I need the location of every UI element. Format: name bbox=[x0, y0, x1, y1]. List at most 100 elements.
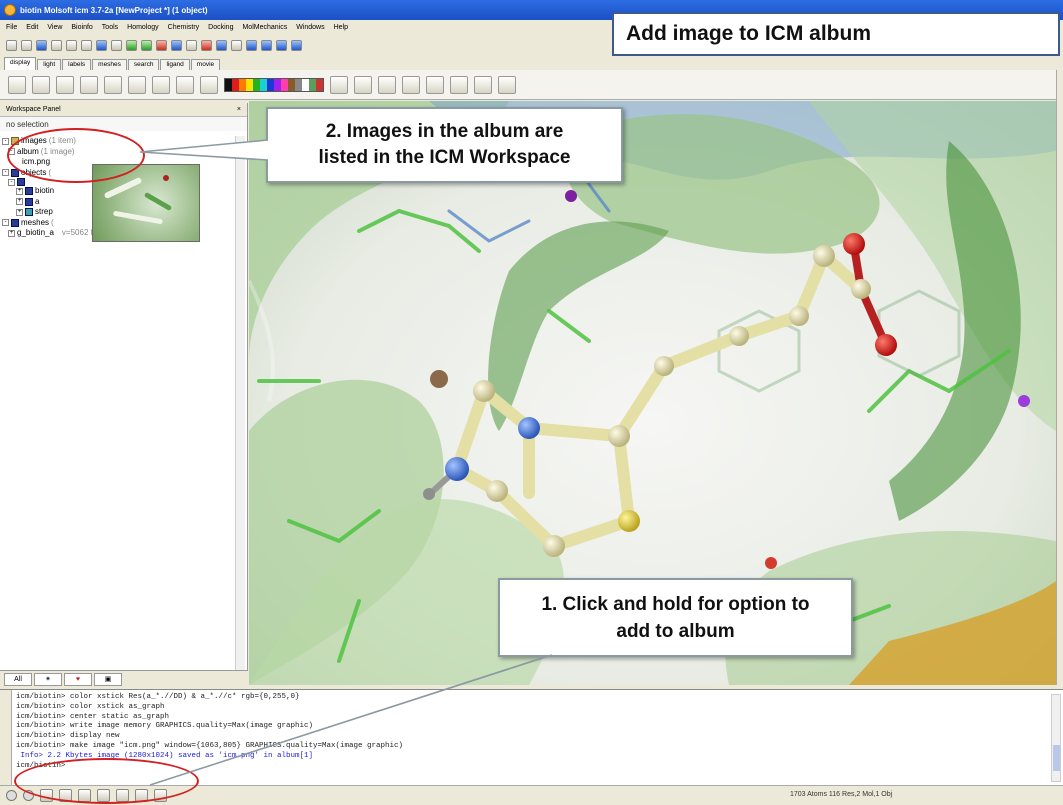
close-icon[interactable]: × bbox=[237, 106, 241, 113]
menu-view[interactable]: View bbox=[47, 24, 62, 31]
measure-icon[interactable] bbox=[231, 39, 242, 51]
tree-label: g_biotin_a bbox=[17, 228, 54, 237]
workspace-title: Workspace Panel bbox=[6, 106, 61, 113]
redo-icon[interactable] bbox=[81, 39, 92, 51]
terminal-line: icm/biotin> color xstick Res(a_*.//DD) &… bbox=[16, 693, 300, 701]
sequence-icon[interactable] bbox=[96, 39, 107, 51]
collapse-icon[interactable]: - bbox=[2, 169, 9, 177]
stop-icon[interactable] bbox=[6, 790, 17, 801]
tree-label: a bbox=[35, 196, 40, 206]
view-3d-icon[interactable] bbox=[354, 75, 372, 94]
tab-strip: display light labels meshes search ligan… bbox=[0, 56, 1063, 70]
collapse-icon[interactable]: - bbox=[2, 219, 9, 227]
tab-images[interactable]: ▣ bbox=[94, 672, 122, 686]
wire-icon[interactable] bbox=[8, 75, 26, 94]
terminal-scrollbar[interactable] bbox=[1051, 694, 1061, 782]
expand-icon[interactable]: + bbox=[8, 229, 15, 237]
collapse-icon[interactable]: - bbox=[2, 137, 9, 145]
slab-icon[interactable] bbox=[426, 75, 444, 94]
table-icon[interactable] bbox=[111, 39, 122, 51]
workspace-header: Workspace Panel × bbox=[0, 103, 247, 117]
print-icon[interactable] bbox=[51, 39, 62, 51]
undo-icon[interactable] bbox=[66, 39, 77, 51]
meshes-icon bbox=[11, 218, 19, 227]
menu-chemistry[interactable]: Chemistry bbox=[168, 24, 200, 31]
status-text: 1703 Atoms 116 Res,2 Mol,1 Obj bbox=[790, 791, 893, 798]
tab-all[interactable]: All bbox=[4, 672, 32, 686]
surface-icon[interactable] bbox=[128, 75, 146, 94]
molecule-icon bbox=[25, 197, 33, 206]
color-palette[interactable] bbox=[224, 77, 324, 92]
menu-homology[interactable]: Homology bbox=[127, 24, 159, 31]
callout-album-button: 1. Click and hold for option to add to a… bbox=[498, 578, 853, 657]
menu-windows[interactable]: Windows bbox=[296, 24, 324, 31]
tab-molecules[interactable]: ✴ bbox=[34, 672, 62, 686]
terminal-sidebar bbox=[0, 690, 12, 786]
menu-file[interactable]: File bbox=[6, 24, 17, 31]
select-icon[interactable] bbox=[216, 39, 227, 51]
zoom-fit-icon[interactable] bbox=[378, 75, 396, 94]
mesh-icon[interactable] bbox=[176, 75, 194, 94]
grid-icon[interactable] bbox=[186, 39, 197, 51]
open-file-icon[interactable] bbox=[21, 39, 32, 51]
bond-icon[interactable] bbox=[201, 39, 212, 51]
collapse-icon[interactable]: - bbox=[8, 178, 15, 186]
molecule-icon[interactable] bbox=[126, 39, 137, 51]
molecule-icon bbox=[25, 187, 33, 196]
callout-workspace-line1: 2. Images in the album are bbox=[325, 121, 564, 142]
window-title: biotin Molsoft icm 3.7-2a [NewProject *]… bbox=[20, 5, 208, 15]
tree-label: strep bbox=[35, 207, 53, 216]
ball-icon[interactable] bbox=[56, 75, 74, 94]
new-file-icon[interactable] bbox=[6, 39, 17, 51]
workspace-tabs: All ✴ ♥ ▣ bbox=[0, 670, 248, 687]
tab-movie[interactable]: movie bbox=[190, 59, 221, 70]
tab-labels[interactable]: labels bbox=[62, 59, 92, 70]
tab-ligand[interactable]: ligand bbox=[160, 59, 190, 70]
ribbon-icon[interactable] bbox=[104, 75, 122, 94]
terminal-line: icm/biotin> center static as_graph bbox=[16, 712, 170, 721]
color-wheel-icon[interactable] bbox=[330, 75, 348, 94]
undo-view-icon[interactable] bbox=[498, 75, 516, 94]
highlight-ellipse-tree bbox=[7, 128, 145, 183]
anchor-icon[interactable] bbox=[261, 39, 272, 51]
pin-icon[interactable] bbox=[276, 39, 287, 51]
rotate-icon[interactable] bbox=[450, 75, 468, 94]
tab-favorites[interactable]: ♥ bbox=[64, 672, 92, 686]
terminal-line: icm/biotin> color xstick as_graph bbox=[16, 702, 165, 711]
tab-display[interactable]: display bbox=[4, 57, 37, 70]
tree-count: ( bbox=[51, 217, 54, 227]
right-toolbar[interactable] bbox=[1056, 70, 1063, 685]
menu-bioinfo[interactable]: Bioinfo bbox=[71, 24, 92, 31]
expand-icon[interactable]: + bbox=[16, 208, 23, 216]
callout-album-line1: 1. Click and hold for option to bbox=[541, 593, 810, 615]
tab-light[interactable]: light bbox=[37, 59, 62, 70]
expand-icon[interactable]: + bbox=[16, 187, 23, 195]
build-icon[interactable] bbox=[141, 39, 152, 51]
camera-icon[interactable] bbox=[474, 75, 492, 94]
ruler-icon[interactable] bbox=[291, 39, 302, 51]
menu-edit[interactable]: Edit bbox=[26, 24, 38, 31]
delete-icon[interactable] bbox=[156, 39, 167, 51]
menu-tools[interactable]: Tools bbox=[102, 24, 118, 31]
object-icon bbox=[17, 178, 25, 186]
stick-icon[interactable] bbox=[32, 75, 50, 94]
clip-icon[interactable] bbox=[402, 75, 420, 94]
tab-meshes[interactable]: meshes bbox=[92, 59, 127, 70]
terminal-line: icm/biotin> write image memory GRAPHICS.… bbox=[16, 722, 314, 731]
tab-search[interactable]: search bbox=[127, 59, 160, 70]
label-icon[interactable] bbox=[246, 39, 257, 51]
workspace-scrollbar[interactable] bbox=[235, 136, 245, 676]
menu-docking[interactable]: Docking bbox=[208, 24, 233, 31]
save-icon[interactable] bbox=[36, 39, 47, 51]
skin-icon[interactable] bbox=[152, 75, 170, 94]
app-icon bbox=[4, 4, 16, 16]
hide-icon[interactable] bbox=[200, 75, 218, 94]
menu-help[interactable]: Help bbox=[334, 24, 348, 31]
cpk-icon[interactable] bbox=[80, 75, 98, 94]
callout-album-line2: add to album bbox=[616, 620, 735, 642]
callout-workspace: 2. Images in the album are listed in the… bbox=[266, 107, 623, 183]
menu-molmechanics[interactable]: MolMechanics bbox=[242, 24, 287, 31]
pdb-icon[interactable] bbox=[171, 39, 182, 51]
expand-icon[interactable]: + bbox=[16, 198, 23, 206]
tree-label: biotin bbox=[35, 186, 55, 195]
